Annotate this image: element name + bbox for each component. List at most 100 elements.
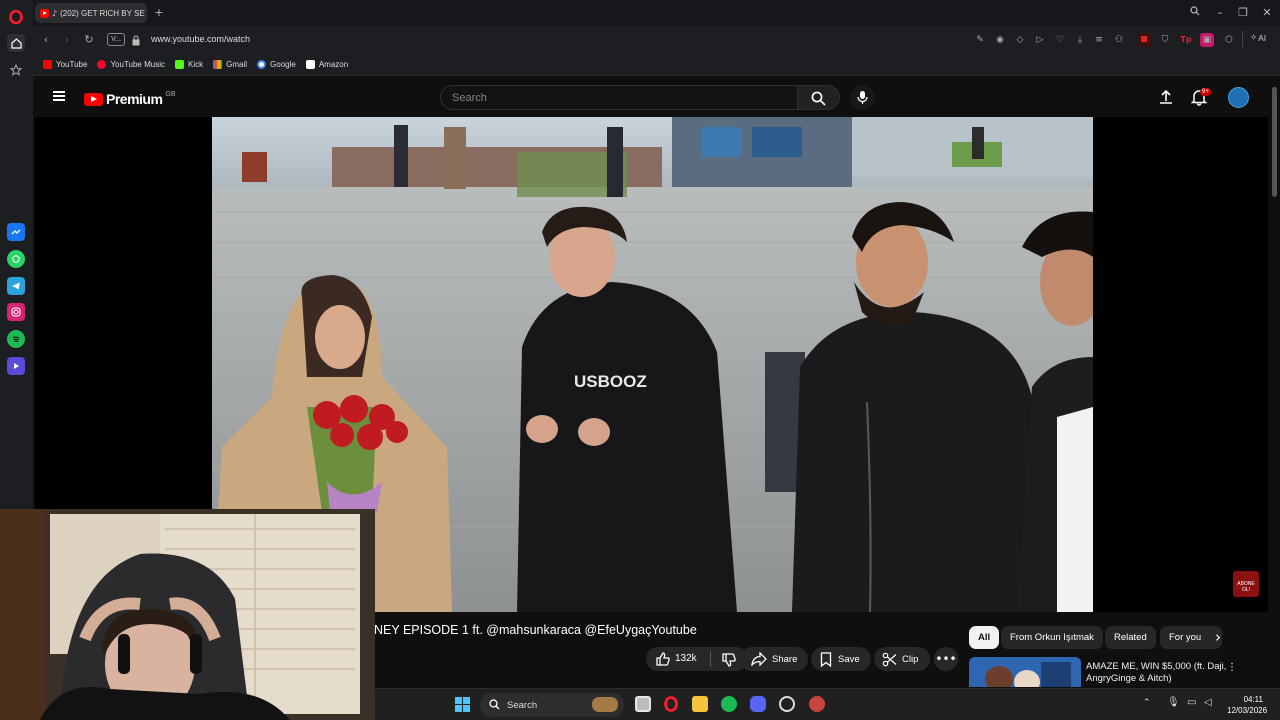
- close-icon[interactable]: ✕: [1259, 5, 1275, 21]
- clip-button[interactable]: Clip: [874, 647, 930, 671]
- whatsapp-icon[interactable]: [7, 250, 25, 268]
- like-button[interactable]: [655, 651, 671, 670]
- more-actions-button[interactable]: •••: [934, 647, 958, 671]
- windows-start-icon[interactable]: [455, 697, 470, 717]
- person-icon[interactable]: ⚇: [1112, 33, 1126, 47]
- new-tab-icon[interactable]: +: [151, 5, 167, 21]
- taskbar-search[interactable]: Search: [480, 693, 624, 717]
- chip-all[interactable]: All: [969, 626, 1000, 649]
- tab-youtube[interactable]: ♪ (202) GET RICH BY SE: [35, 3, 147, 23]
- bookmark-label: YouTube: [56, 60, 88, 69]
- aria-icon: ✧: [1250, 33, 1258, 43]
- forward-icon[interactable]: ›: [59, 32, 75, 48]
- youtube-favicon-icon: [40, 8, 49, 18]
- dislike-button[interactable]: [721, 652, 737, 671]
- save-button[interactable]: Save: [811, 647, 871, 671]
- kick-icon: [175, 60, 184, 69]
- network-icon[interactable]: ▭: [1187, 697, 1196, 708]
- maximize-icon[interactable]: ❐: [1235, 5, 1251, 21]
- taskbar-search-label: Search: [507, 699, 538, 711]
- subscribe-watermark[interactable]: ABONE OL!: [1233, 571, 1259, 597]
- minimize-icon[interactable]: –: [1212, 5, 1228, 21]
- bookmark-kick[interactable]: Kick: [175, 60, 203, 69]
- star-icon[interactable]: [7, 61, 25, 79]
- clip-label: Clip: [902, 653, 919, 665]
- account-avatar[interactable]: [1228, 87, 1249, 108]
- youtube-premium-logo[interactable]: Premium GB: [84, 91, 176, 107]
- webcam-overlay: [0, 509, 375, 720]
- microphone-tray-icon[interactable]: 🎙: [1167, 697, 1180, 708]
- like-count: 132k: [675, 653, 697, 664]
- discord-icon[interactable]: [750, 696, 766, 712]
- chip-from-channel[interactable]: From Orkun Işıtmak: [1001, 626, 1103, 649]
- search-input[interactable]: Search: [440, 85, 798, 110]
- upload-button[interactable]: [1157, 88, 1175, 106]
- opera-taskbar-icon[interactable]: [663, 696, 679, 712]
- file-explorer-icon[interactable]: [692, 696, 708, 712]
- youtube-logo-icon: [84, 92, 103, 106]
- spotify-taskbar-icon[interactable]: [721, 696, 737, 712]
- heart-icon[interactable]: ♡: [1053, 33, 1067, 47]
- download-icon[interactable]: ⤓: [1073, 33, 1087, 47]
- clock-date: 12/03/2026: [1227, 706, 1268, 715]
- page-scrollbar[interactable]: [1268, 77, 1280, 720]
- bookmark-gmail[interactable]: Gmail: [213, 60, 247, 69]
- instagram-icon[interactable]: [7, 303, 25, 321]
- messenger-icon[interactable]: [7, 223, 25, 241]
- google-icon: [257, 60, 267, 69]
- edit-icon[interactable]: ✎: [973, 33, 987, 47]
- opera-logo-icon[interactable]: [7, 8, 25, 26]
- chips-next-icon[interactable]: ›: [1215, 628, 1227, 648]
- share-button[interactable]: Share: [740, 647, 808, 671]
- bookmark-youtube[interactable]: YouTube: [43, 60, 87, 69]
- recommendation-thumbnail[interactable]: [969, 657, 1081, 687]
- home-icon[interactable]: [7, 34, 25, 52]
- obs-icon[interactable]: [779, 696, 795, 712]
- hoodie-logo-text: USBOOZ: [574, 372, 647, 391]
- tab-bar: ♪ (202) GET RICH BY SE + – ❐ ✕: [33, 0, 1280, 26]
- url-field[interactable]: www.youtube.com/watch: [151, 34, 250, 44]
- camera-icon[interactable]: ◉: [993, 33, 1007, 47]
- volume-icon[interactable]: ◁: [1204, 697, 1212, 708]
- vpn-badge[interactable]: V...: [107, 33, 125, 46]
- search-button[interactable]: [798, 85, 840, 110]
- spotify-icon[interactable]: [7, 330, 25, 348]
- bookmark-label: YouTube Music: [110, 60, 165, 69]
- play-icon[interactable]: ▷: [1033, 33, 1047, 47]
- bookmark-amazon[interactable]: Amazon: [305, 60, 348, 69]
- extension-red-icon[interactable]: [1137, 33, 1151, 47]
- notification-count-badge: 9+: [1200, 88, 1211, 96]
- bookmark-youtube-music[interactable]: YouTube Music: [97, 60, 165, 69]
- taskbar-clock[interactable]: 04:11 12/03/2026: [1227, 694, 1268, 716]
- speaker-icon: ♪: [52, 8, 58, 18]
- app-red-icon[interactable]: [809, 696, 825, 712]
- thumbs-down-icon: [722, 653, 736, 667]
- chip-related[interactable]: Related: [1105, 626, 1156, 649]
- windows-taskbar: Search ⌃ 🎙 ▭ ◁ 04:11 12/03/2026: [375, 688, 1280, 720]
- player-icon[interactable]: [7, 357, 25, 375]
- task-view-icon[interactable]: [635, 696, 651, 712]
- address-bar: ‹ › ↻ V... www.youtube.com/watch ✎ ◉ ◇ ▷…: [33, 26, 1280, 54]
- menu-list-icon[interactable]: ≡: [1092, 33, 1106, 47]
- recommendation-title[interactable]: AMAZE ME, WIN $5,000 (ft. Daji, AngryGin…: [1086, 661, 1236, 685]
- shield-icon[interactable]: ◇: [1013, 33, 1027, 47]
- bookmark-icon: [820, 651, 832, 667]
- thumbnail-image: [969, 657, 1081, 687]
- chip-for-you[interactable]: For you: [1160, 626, 1222, 649]
- thumbs-up-icon: [656, 652, 670, 666]
- ai-button[interactable]: ✧ AI: [1250, 33, 1266, 43]
- voice-search-button[interactable]: [850, 85, 875, 110]
- extension-pink-icon[interactable]: ▣: [1200, 33, 1214, 47]
- tray-chevron-icon[interactable]: ⌃: [1143, 698, 1151, 708]
- extension-shield-icon[interactable]: ⛉: [1158, 33, 1172, 47]
- recommendation-menu-icon[interactable]: ⋮: [1227, 662, 1237, 673]
- bookmark-google[interactable]: Google: [257, 60, 296, 69]
- back-icon[interactable]: ‹: [38, 32, 54, 48]
- scrollbar-thumb[interactable]: [1272, 87, 1277, 197]
- tab-search-icon[interactable]: [1187, 5, 1203, 21]
- hamburger-menu-icon[interactable]: [53, 91, 65, 101]
- telegram-icon[interactable]: [7, 277, 25, 295]
- extension-tp-icon[interactable]: Tp: [1179, 33, 1193, 47]
- reload-icon[interactable]: ↻: [81, 32, 97, 48]
- extensions-cube-icon[interactable]: ⬡: [1222, 33, 1236, 47]
